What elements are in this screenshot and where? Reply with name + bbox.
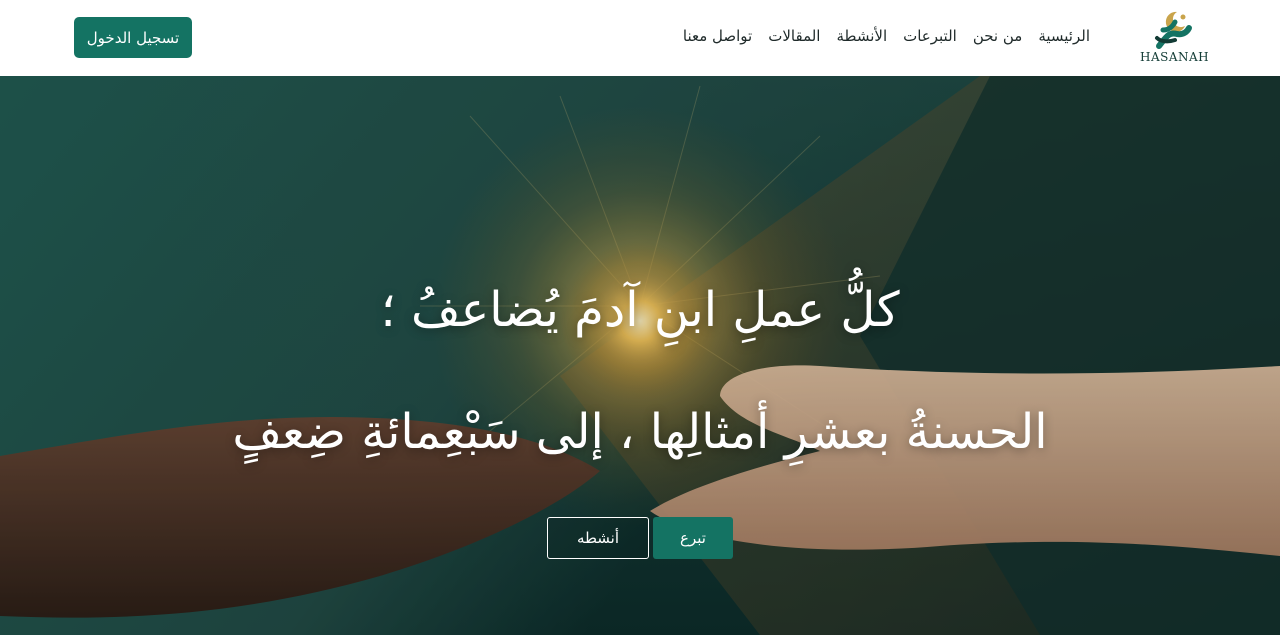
nav-link-activities[interactable]: الأنشطة	[836, 27, 887, 45]
nav-link-home[interactable]: الرئيسية	[1038, 27, 1090, 45]
login-button[interactable]: تسجيل الدخول	[74, 17, 192, 58]
hero-actions: تبرع أنشطه	[0, 517, 1280, 559]
brand-logo[interactable]: HASANAH	[1140, 8, 1210, 68]
main-nav: الرئيسية من نحن التبرعات الأنشطة المقالا…	[683, 24, 1090, 48]
nav-link-donations[interactable]: التبرعات	[903, 27, 957, 45]
hero-verse-line-1: كلُّ عملِ ابنِ آدمَ يُضاعفُ ؛	[380, 282, 900, 339]
nav-link-about[interactable]: من نحن	[973, 27, 1023, 45]
hero-content: كلُّ عملِ ابنِ آدمَ يُضاعفُ ؛ الحسنةُ بع…	[0, 76, 1280, 635]
activities-button[interactable]: أنشطه	[547, 517, 649, 559]
nav-link-articles[interactable]: المقالات	[768, 27, 820, 45]
nav-link-contact[interactable]: تواصل معنا	[683, 27, 752, 45]
crescent-hand-logo-icon	[1155, 11, 1192, 49]
brand-name: HASANAH	[1140, 50, 1210, 64]
hero-verse-line-2: الحسنةُ بعشرِ أمثالِها ، إلى سَبْعِمائةِ…	[232, 404, 1048, 461]
donate-button[interactable]: تبرع	[653, 517, 733, 559]
top-navbar: HASANAH الرئيسية من نحن التبرعات الأنشطة…	[0, 0, 1280, 76]
hero-section: كلُّ عملِ ابنِ آدمَ يُضاعفُ ؛ الحسنةُ بع…	[0, 76, 1280, 635]
